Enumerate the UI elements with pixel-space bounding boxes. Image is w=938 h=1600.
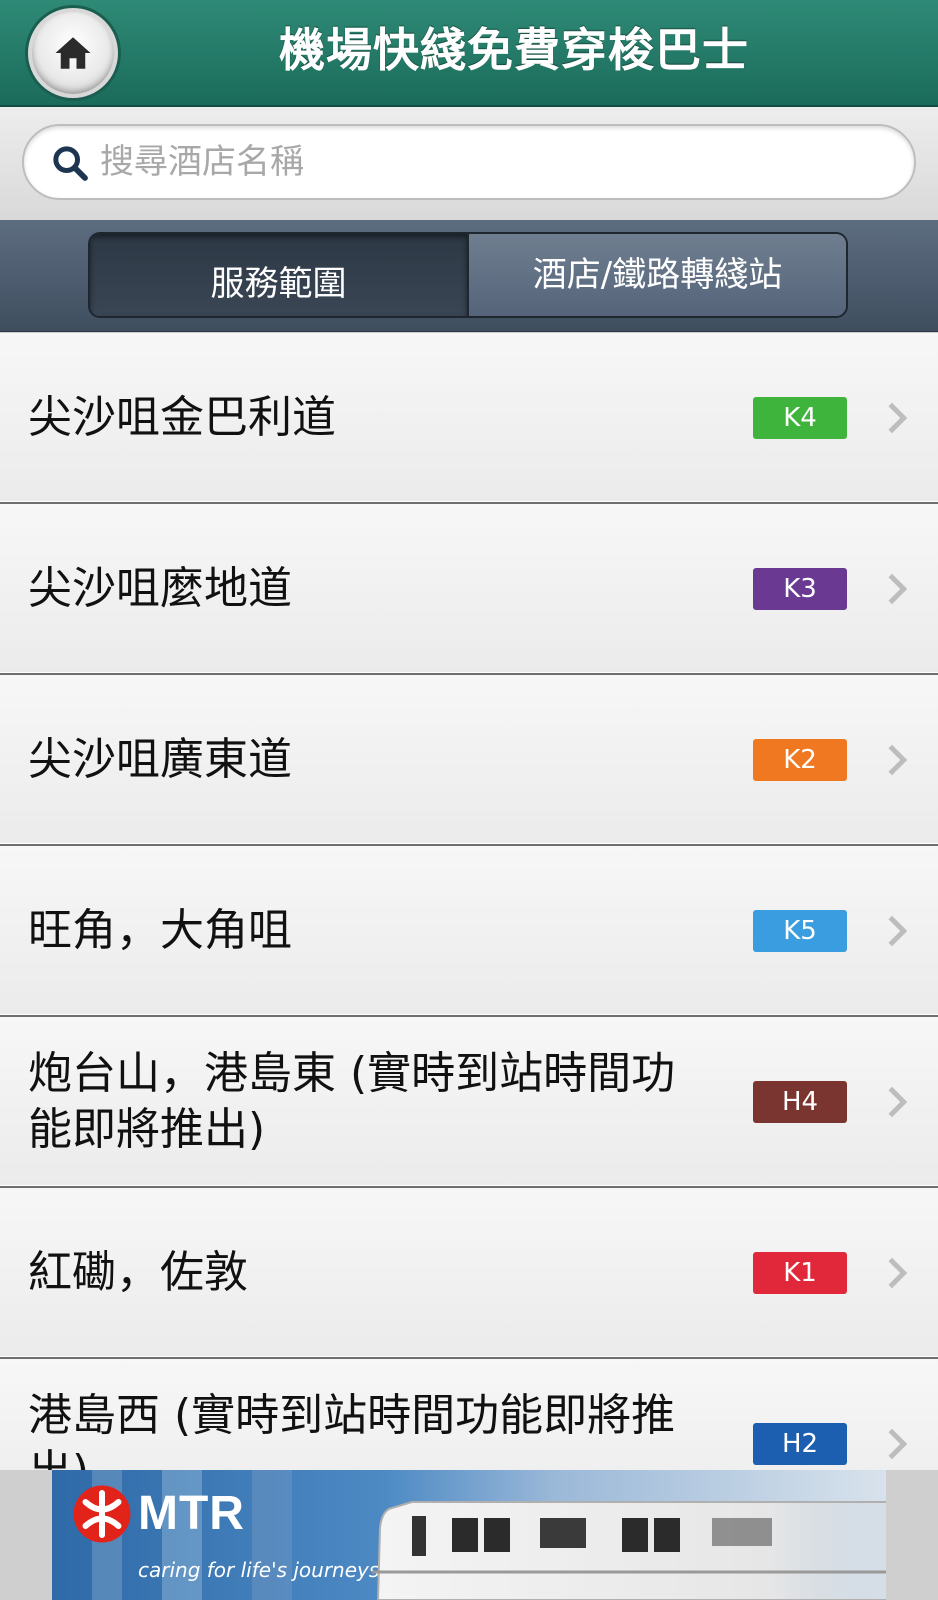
route-label: 紅磡，佐敦 — [28, 1246, 248, 1298]
search-bar — [0, 107, 938, 220]
ad-tagline: caring for life's journeys — [138, 1558, 380, 1582]
route-label: 尖沙咀金巴利道 — [28, 391, 336, 443]
route-badge: H2 — [753, 1422, 847, 1465]
search-input[interactable] — [100, 132, 880, 192]
chevron-right-icon — [888, 915, 908, 946]
tab-service-area[interactable]: 服務範圍 — [90, 234, 467, 316]
route-label: 炮台山，港島東 (實時到站時間功能即將推出) — [28, 1047, 676, 1155]
list-item[interactable]: 尖沙咀金巴利道 K4 — [0, 333, 938, 504]
chevron-right-icon — [888, 744, 908, 775]
route-label: 尖沙咀廣東道 — [28, 733, 292, 785]
search-icon — [53, 146, 88, 181]
route-badge: K2 — [753, 738, 847, 781]
route-label: 旺角，大角咀 — [28, 904, 292, 956]
route-label: 尖沙咀麼地道 — [28, 562, 292, 614]
route-badge: K1 — [753, 1251, 847, 1294]
chevron-right-icon — [888, 573, 908, 604]
chevron-right-icon — [888, 1428, 908, 1459]
list-item[interactable]: 炮台山，港島東 (實時到站時間功能即將推出) H4 — [0, 1017, 938, 1188]
route-badge: H4 — [753, 1080, 847, 1123]
chevron-right-icon — [888, 1257, 908, 1288]
route-label: 港島西 (實時到站時間功能即將推出) — [28, 1389, 676, 1471]
list-item[interactable]: 紅磡，佐敦 K1 — [0, 1188, 938, 1359]
route-badge: K5 — [753, 909, 847, 952]
mtr-logo-icon — [73, 1485, 131, 1543]
advertisement-banner[interactable]: MTR caring for life's journeys — [52, 1470, 886, 1600]
chevron-right-icon — [888, 402, 908, 433]
segmented-control: 服務範圍 酒店/鐵路轉綫站 — [88, 232, 848, 318]
route-badge: K4 — [753, 396, 847, 439]
chevron-right-icon — [888, 1086, 908, 1117]
train-graphic — [372, 1501, 886, 1600]
page-title: 機場快綫免費穿梭巴士 — [279, 23, 749, 77]
route-list: 尖沙咀金巴利道 K4 尖沙咀麼地道 K3 尖沙咀廣東道 K2 旺角，大角咀 K5… — [0, 333, 938, 1470]
list-item[interactable]: 港島西 (實時到站時間功能即將推出) H2 — [0, 1359, 938, 1470]
tab-hotel-station[interactable]: 酒店/鐵路轉綫站 — [467, 234, 846, 316]
segmented-control-bar: 服務範圍 酒店/鐵路轉綫站 — [0, 220, 938, 332]
route-badge: K3 — [753, 567, 847, 610]
list-item[interactable]: 尖沙咀麼地道 K3 — [0, 504, 938, 675]
app-header: 機場快綫免費穿梭巴士 — [0, 0, 938, 107]
list-item[interactable]: 尖沙咀廣東道 K2 — [0, 675, 938, 846]
home-button[interactable] — [28, 8, 118, 98]
ad-brand: MTR — [138, 1487, 245, 1540]
list-item[interactable]: 旺角，大角咀 K5 — [0, 846, 938, 1017]
search-box[interactable] — [22, 124, 916, 200]
home-icon — [55, 37, 91, 69]
